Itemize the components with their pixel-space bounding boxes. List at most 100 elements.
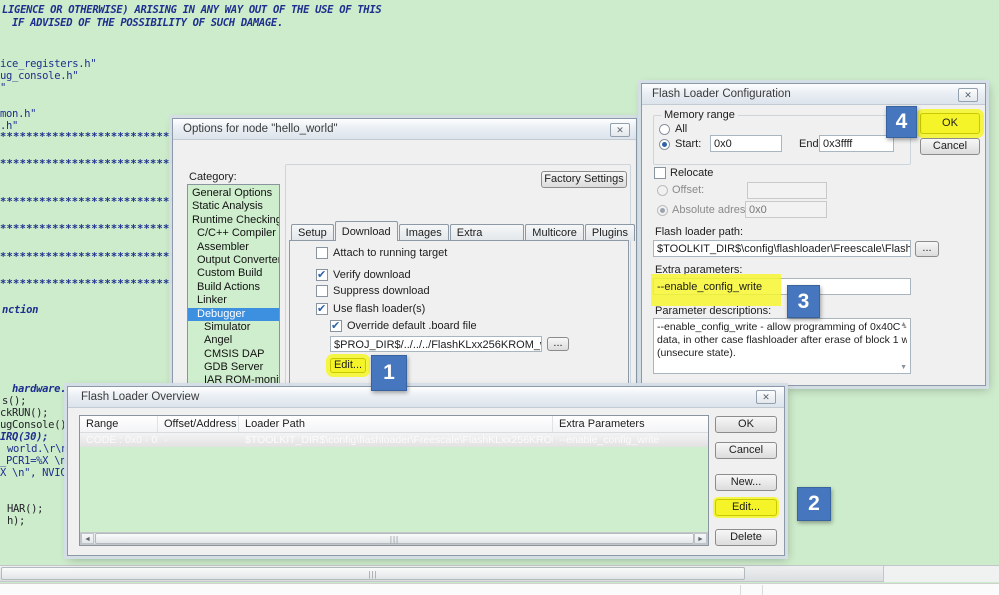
loader-table: Range Offset/Address Loader Path Extra P… [79,415,709,546]
board-file-input[interactable]: $PROJ_DIR$/../../../FlashKLxx256KROM_wit… [330,336,542,352]
tab-multicore[interactable]: Multicore [525,224,584,241]
tab-images[interactable]: Images [398,224,449,241]
category-item[interactable]: Build Actions [188,281,279,294]
memory-start-radio[interactable] [659,139,670,150]
cell-extra: --enable_config_write [559,434,660,446]
parameter-descriptions-label: Parameter descriptions: [655,305,772,317]
column-header-extra[interactable]: Extra Parameters [553,416,708,432]
flash-overview-titlebar[interactable]: Flash Loader Overview ✕ [68,387,784,408]
absolute-address-input[interactable]: 0x0 [745,201,827,218]
start-address-input[interactable]: 0x0 [710,135,782,152]
browse-loader-path-button[interactable]: ... [915,241,939,257]
editor-hscrollbar[interactable]: ||| [0,565,884,582]
scroll-left-icon[interactable]: ◄ [81,533,94,544]
options-dialog-titlebar[interactable]: Options for node "hello_world" ✕ [173,119,636,140]
relocate-checkbox[interactable] [654,167,666,179]
category-item[interactable]: Simulator [188,321,279,334]
category-item[interactable]: General Options [188,187,279,200]
overview-delete-button[interactable]: Delete [715,529,777,546]
column-header-loader-path[interactable]: Loader Path [239,416,553,432]
use-flash-loader-checkbox[interactable] [316,302,328,315]
close-icon[interactable]: ✕ [958,88,978,102]
config-ok-button[interactable]: OK [920,113,980,134]
category-item[interactable]: CMSIS DAP [188,348,279,361]
attach-label: Attach to running target [333,247,448,259]
relocate-label: Relocate [670,167,714,179]
code-line: s(); [2,395,27,407]
memory-all-label: All [675,123,688,135]
flash-config-title: Flash Loader Configuration [652,88,791,100]
editor-hscrollbar-thumb[interactable]: ||| [1,567,745,580]
description-line: --enable_config_write - allow programmin… [657,321,907,333]
override-board-checkbox[interactable] [330,319,342,332]
offset-label: Offset: [672,184,705,196]
code-line: mon.h" [0,108,37,120]
category-item-debugger-selected[interactable]: Debugger [188,307,279,321]
flash-config-titlebar[interactable]: Flash Loader Configuration ✕ [642,84,985,105]
scroll-up-icon[interactable]: ▲ [900,321,907,328]
absolute-address-radio[interactable] [657,205,668,216]
code-line: world.\r\n [7,443,68,455]
category-item[interactable]: Angel [188,334,279,347]
category-list: General Options Static Analysis Runtime … [187,184,280,394]
table-hscrollbar[interactable]: ◄ ► ||| [80,532,708,545]
table-hscrollbar-thumb[interactable]: ||| [95,533,694,544]
tab-extra-options[interactable]: Extra Options [449,224,525,256]
annotation-step-3: 3 [787,285,820,318]
extra-parameters-value: --enable_config_write [657,281,763,293]
category-item[interactable]: Custom Build [188,267,279,280]
category-item[interactable]: Output Converter [188,254,279,267]
scroll-right-icon[interactable]: ► [694,533,707,544]
code-line: IRQ(30); [0,431,49,443]
overview-cancel-button[interactable]: Cancel [715,442,777,459]
code-line: LIGENCE OR OTHERWISE) ARISING IN ANY WAY… [2,4,382,16]
category-item[interactable]: Static Analysis [188,200,279,213]
category-item[interactable]: C/C++ Compiler [188,227,279,240]
factory-settings-button[interactable]: Factory Settings [541,171,627,188]
code-line: _PCR1=%X \n [0,455,67,467]
category-item[interactable]: Assembler [188,241,279,254]
offset-input[interactable] [747,182,827,199]
edit-board-file-button[interactable]: Edit... [330,358,366,373]
code-line: ice_registers.h" [0,58,97,70]
flash-loader-path-input[interactable]: $TOOLKIT_DIR$\config\flashloader\Freesca… [653,240,911,257]
attach-checkbox[interactable] [316,247,328,259]
overview-edit-button[interactable]: Edit... [715,499,777,516]
memory-all-radio[interactable] [659,124,670,135]
use-flash-loader-label: Use flash loader(s) [333,303,426,315]
scrollbar-corner [884,565,999,582]
end-address-input[interactable]: 0x3ffff [819,135,894,152]
column-header-range[interactable]: Range [80,416,158,432]
overview-ok-button[interactable]: OK [715,416,777,433]
close-icon[interactable]: ✕ [756,390,776,404]
category-item[interactable]: GDB Server [188,361,279,374]
config-cancel-button[interactable]: Cancel [920,138,980,155]
tab-download[interactable]: Download [334,221,398,241]
offset-radio[interactable] [657,185,668,196]
close-icon[interactable]: ✕ [610,123,630,137]
category-item[interactable]: Runtime Checking [188,214,279,227]
loader-table-row[interactable]: CODE : 0x0 - 0x3ffff - $TOOLKIT_DIR$\con… [80,433,708,447]
loader-table-header: Range Offset/Address Loader Path Extra P… [80,416,708,433]
verify-checkbox[interactable] [316,268,328,281]
status-divider [740,585,741,595]
column-header-offset[interactable]: Offset/Address [158,416,239,432]
annotation-step-1: 1 [371,355,407,391]
code-line: HAR(); [7,503,44,515]
scroll-down-icon[interactable]: ▼ [900,364,907,371]
cell-offset: - [164,434,168,446]
code-line: ckRUN(); [0,407,49,419]
tab-setup[interactable]: Setup [291,224,334,241]
browse-board-file-button[interactable]: ... [547,337,569,351]
overview-new-button[interactable]: New... [715,474,777,491]
flash-overview-dialog: Flash Loader Overview ✕ Range Offset/Add… [67,386,785,556]
suppress-checkbox[interactable] [316,285,328,297]
memory-start-label: Start: [675,138,702,150]
parameter-descriptions-box[interactable]: --enable_config_write - allow programmin… [653,318,911,374]
tab-plugins[interactable]: Plugins [584,224,635,241]
code-line: ug_console.h" [0,70,79,82]
suppress-label: Suppress download [333,285,430,297]
flash-overview-title: Flash Loader Overview [81,391,200,403]
category-item[interactable]: Linker [188,294,279,307]
cell-loader-path: $TOOLKIT_DIR$\config\flashloader\Freesca… [245,434,553,446]
